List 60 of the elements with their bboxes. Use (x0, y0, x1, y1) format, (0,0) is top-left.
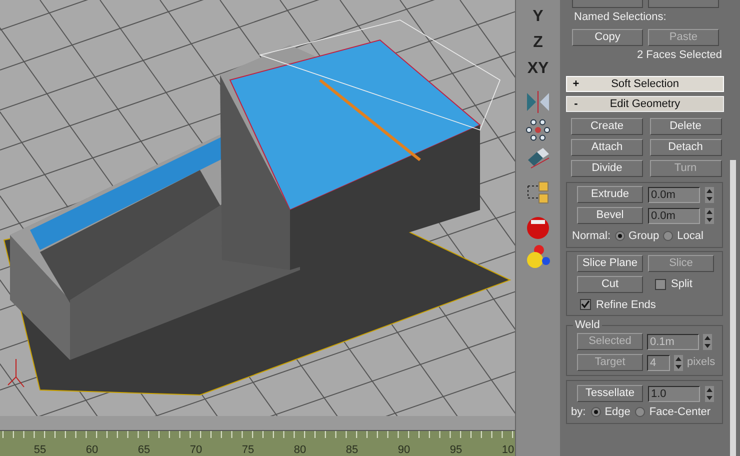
ruler-label: 55 (32, 444, 48, 456)
checkbox[interactable] (580, 299, 591, 310)
radio-label: Face-Center (649, 405, 711, 420)
ruler-label: 60 (84, 444, 100, 456)
radio-label: Local (677, 229, 704, 244)
spinner-arrows-icon[interactable] (703, 334, 712, 350)
spinner-button[interactable]: Extrude (577, 186, 643, 203)
render-spheres-icon[interactable] (525, 244, 551, 270)
geometry-button[interactable]: Attach (571, 139, 643, 156)
spinner-arrows-icon[interactable] (705, 186, 714, 202)
rollout-title: Edit Geometry (608, 96, 682, 112)
geometry-button[interactable]: Detach (650, 139, 722, 156)
spinner-field[interactable]: 0.0m (648, 186, 700, 202)
ruler-label: 80 (292, 444, 308, 456)
radio-label: Group (628, 229, 660, 244)
cut-button[interactable]: Cut (577, 276, 643, 292)
spinner-arrows-icon[interactable] (705, 208, 714, 224)
unit-label: pixels (687, 355, 716, 370)
spinner-field[interactable]: 0.0m (648, 208, 700, 224)
radio-button[interactable] (590, 407, 601, 418)
geometry-button[interactable]: Create (571, 118, 643, 135)
ruler-label: 85 (344, 444, 360, 456)
ruler-label: 95 (448, 444, 464, 456)
mirror-icon[interactable] (525, 90, 551, 114)
radio-button[interactable] (635, 407, 646, 418)
ruler-label: 10 (500, 444, 516, 456)
axis-constraint-button[interactable]: XY (523, 58, 553, 80)
ruler-label: 75 (240, 444, 256, 456)
tessellate-button[interactable]: Tessellate (577, 385, 643, 402)
slice-button[interactable]: Slice Plane (577, 254, 643, 272)
radio-label: Edge (604, 405, 630, 420)
array-icon[interactable] (525, 118, 551, 142)
rollout-header[interactable]: + Soft Selection (566, 76, 724, 92)
checkbox-label: Split (671, 276, 692, 292)
rollout-header[interactable]: - Edit Geometry (566, 96, 724, 112)
geometry-button[interactable]: Divide (571, 160, 643, 177)
radio-button[interactable] (663, 231, 674, 242)
tessellate-field[interactable]: 1.0 (648, 386, 700, 402)
ruler-label: 65 (136, 444, 152, 456)
axis-constraint-button[interactable]: Z (523, 32, 553, 54)
ruler-label: 90 (396, 444, 412, 456)
section-label: Named Selections: (573, 10, 668, 24)
geometry-button[interactable]: Delete (650, 118, 722, 135)
ruler-label: 70 (188, 444, 204, 456)
material-sphere-icon[interactable] (525, 214, 551, 240)
selection-button[interactable]: Copy (572, 29, 643, 46)
rollout-title: Soft Selection (610, 76, 680, 92)
normal-label: Normal: (572, 229, 611, 244)
spinner-arrows-icon[interactable] (674, 354, 683, 370)
selection-status: 2 Faces Selected (637, 48, 723, 62)
radio-button[interactable] (614, 231, 625, 242)
spinner-arrows-icon[interactable] (705, 386, 714, 402)
rollout-sign: + (572, 76, 580, 92)
rollout-sign: - (573, 96, 579, 112)
checkbox[interactable] (655, 278, 666, 290)
spinner-button[interactable]: Bevel (577, 207, 643, 224)
layers-icon[interactable] (525, 180, 551, 206)
by-label: by: (571, 405, 586, 420)
checkbox-label: Refine Ends (596, 298, 656, 312)
axis-constraint-button[interactable]: Y (523, 6, 553, 28)
